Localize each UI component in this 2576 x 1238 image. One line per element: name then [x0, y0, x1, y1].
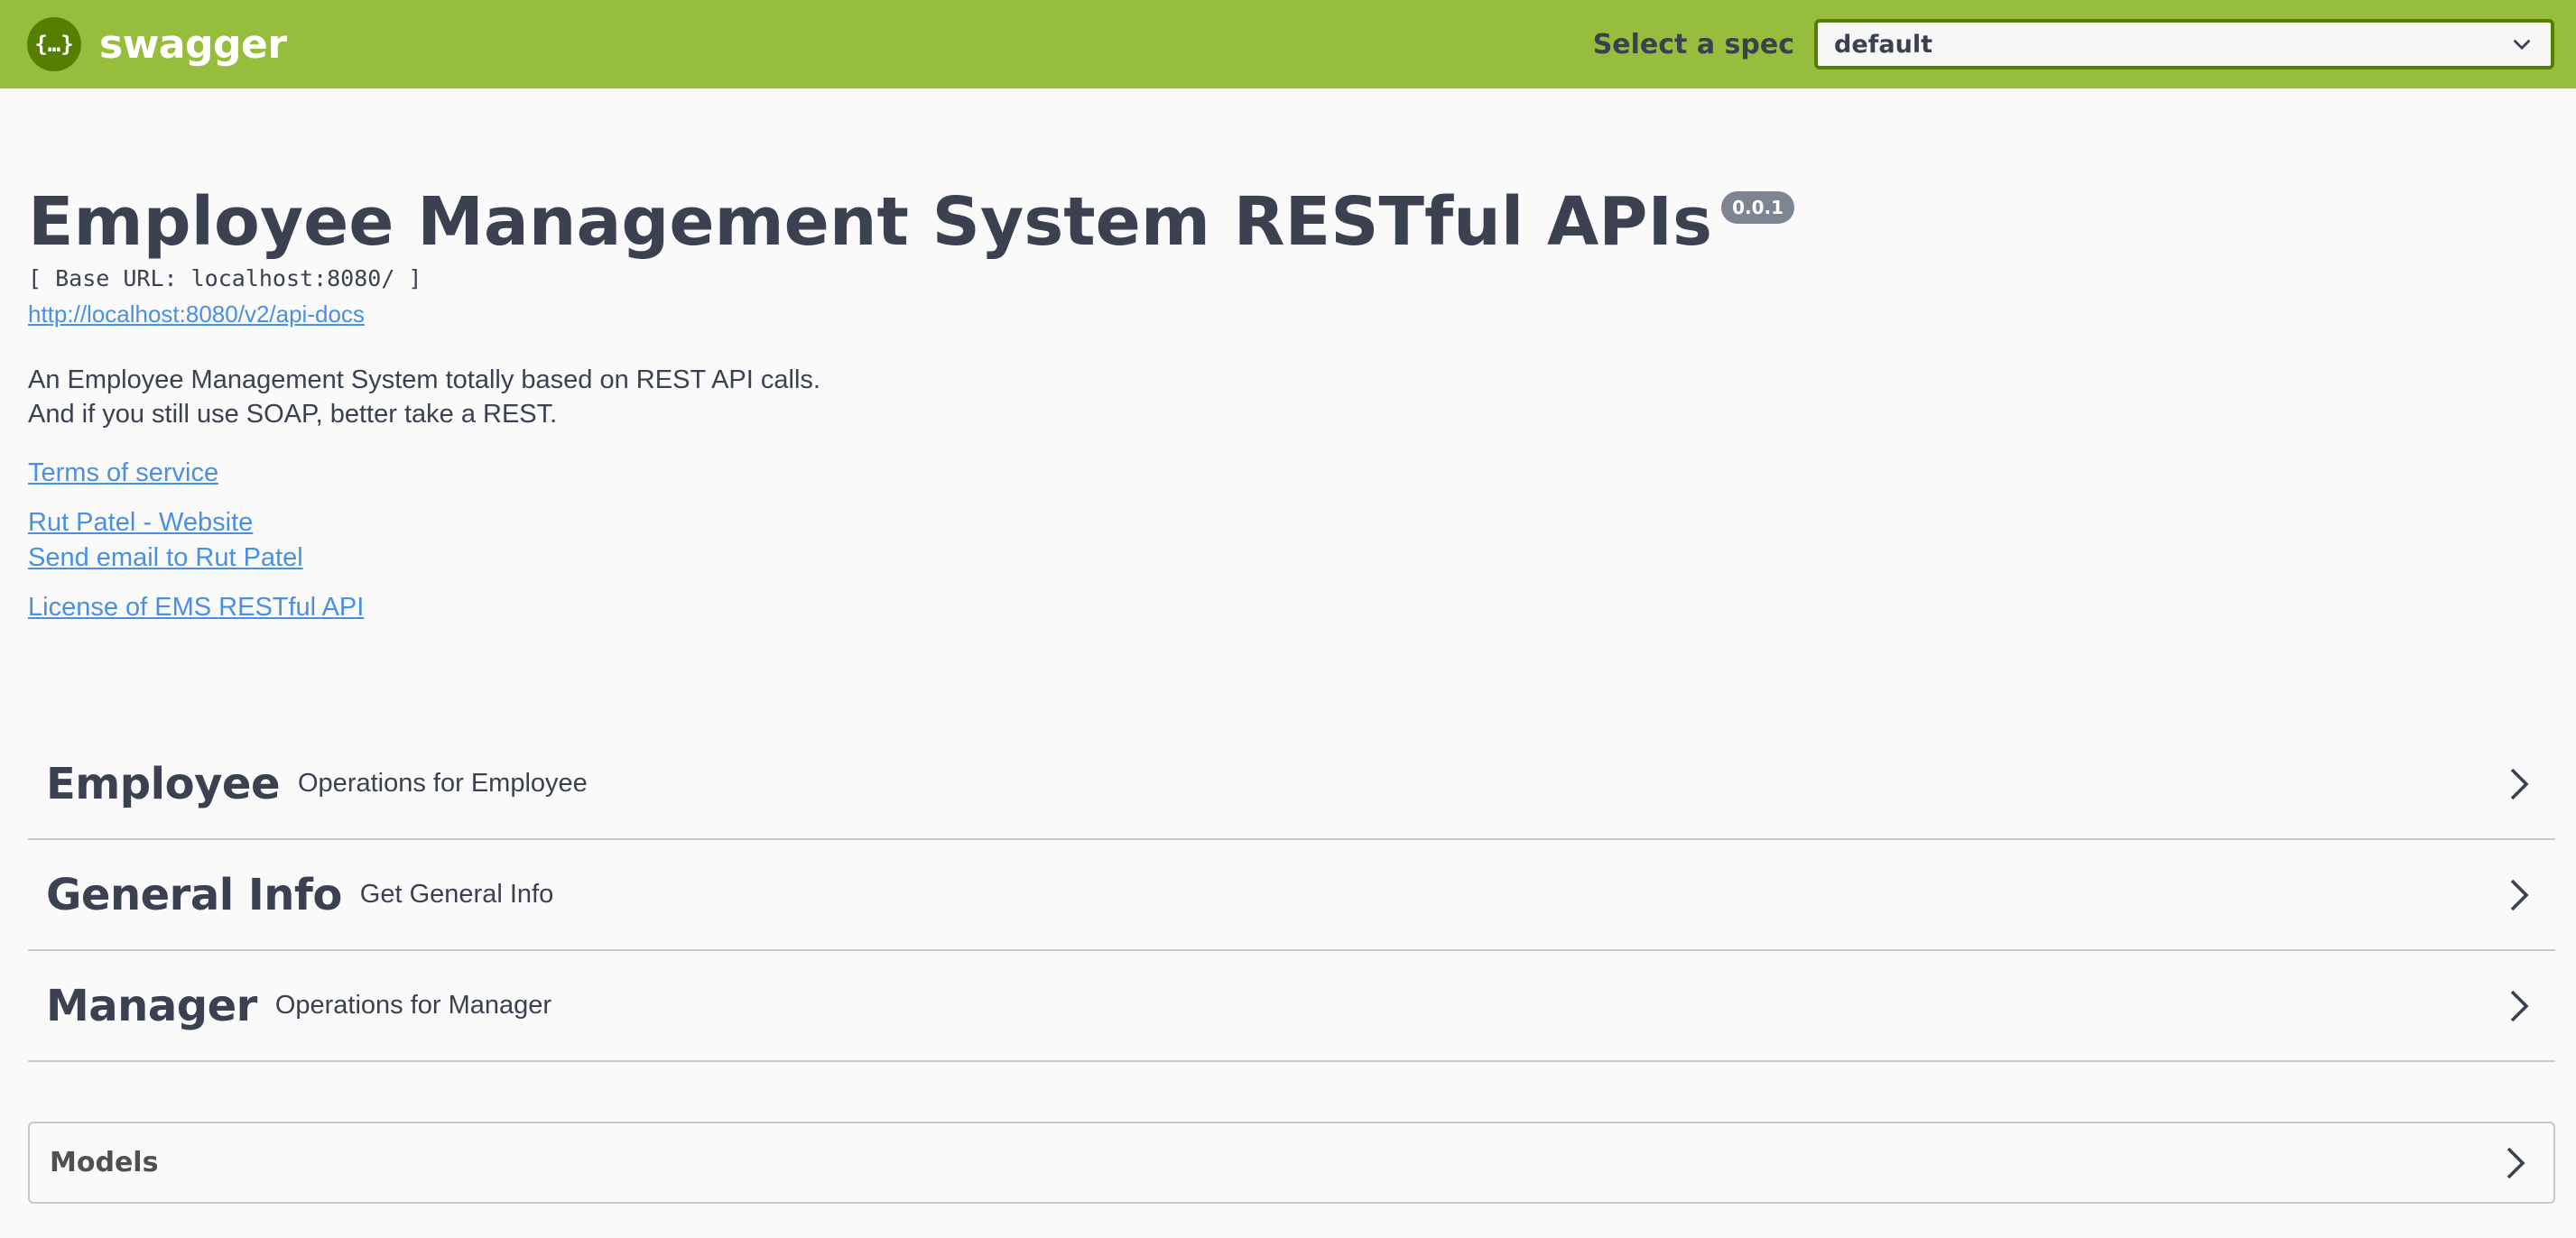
chevron-right-icon[interactable]: [2501, 877, 2537, 913]
spec-selected-value: default: [1834, 30, 1932, 59]
chevron-right-icon[interactable]: [2497, 1145, 2534, 1181]
description-line: An Employee Management System totally ba…: [28, 365, 820, 394]
chevron-right-icon[interactable]: [2501, 988, 2537, 1024]
contact-email-link[interactable]: Send email to Rut Patel: [28, 543, 2555, 573]
chevron-down-icon: [2513, 39, 2531, 51]
api-docs-link[interactable]: http://localhost:8080/v2/api-docs: [28, 300, 365, 328]
title-row: Employee Management System RESTful APIs …: [28, 180, 2555, 263]
api-description: An Employee Management System totally ba…: [28, 363, 2555, 431]
base-url: [ Base URL: localhost:8080/ ]: [28, 265, 422, 291]
tag-description: Get General Info: [359, 880, 554, 909]
tag-manager[interactable]: Manager Operations for Manager: [28, 951, 2555, 1062]
spec-selector: Select a spec default: [1593, 19, 2554, 69]
info-links: Terms of service Rut Patel - Website Sen…: [28, 458, 2555, 623]
license-link[interactable]: License of EMS RESTful API: [28, 593, 2555, 623]
contact-website-link[interactable]: Rut Patel - Website: [28, 508, 2555, 538]
tag-name: Employee: [46, 758, 281, 809]
spec-label: Select a spec: [1592, 28, 1794, 60]
brand-link[interactable]: {…} swagger: [27, 17, 287, 71]
tag-description: Operations for Employee: [298, 769, 588, 798]
tag-employee[interactable]: Employee Operations for Employee: [28, 729, 2555, 840]
chevron-right-icon[interactable]: [2501, 766, 2537, 802]
topbar: {…} swagger Select a spec default: [0, 0, 2576, 88]
page-title: Employee Management System RESTful APIs: [28, 183, 1713, 261]
models-section[interactable]: Models: [28, 1122, 2555, 1204]
operation-tags: Employee Operations for Employee General…: [28, 729, 2555, 1062]
tag-general-info[interactable]: General Info Get General Info: [28, 840, 2555, 951]
tag-name: General Info: [46, 869, 342, 920]
tag-name: Manager: [46, 980, 257, 1031]
version-badge: 0.0.1: [1721, 191, 1795, 224]
tag-description: Operations for Manager: [274, 991, 552, 1020]
swagger-logo-icon: {…}: [27, 17, 81, 71]
terms-link[interactable]: Terms of service: [28, 458, 2555, 488]
brand-name: swagger: [99, 21, 287, 68]
spec-dropdown[interactable]: default: [1814, 19, 2554, 69]
models-title: Models: [50, 1147, 159, 1178]
description-line: And if you still use SOAP, better take a…: [28, 400, 558, 429]
api-info: Employee Management System RESTful APIs …: [28, 180, 2555, 623]
